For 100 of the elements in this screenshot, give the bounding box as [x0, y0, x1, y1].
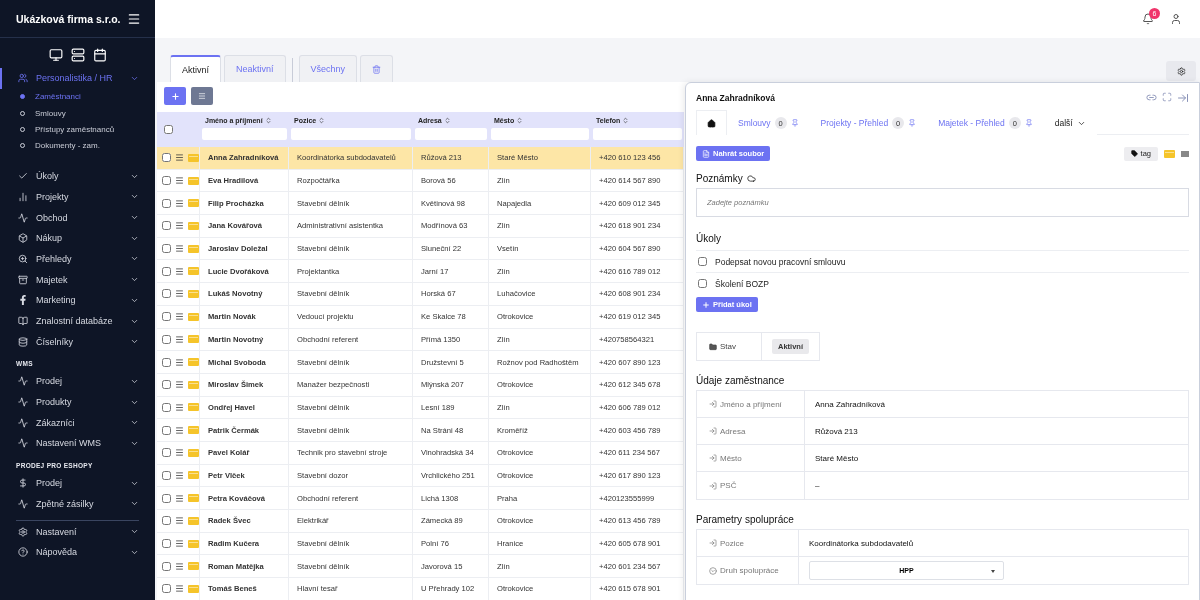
filter-field[interactable]	[291, 128, 411, 140]
sidebar-item[interactable]: Nastavení WMS	[0, 433, 155, 454]
sidebar-item[interactable]: Zpětné zásilky	[0, 493, 155, 515]
sidebar-item[interactable]: Prodej	[0, 371, 155, 392]
server-icon[interactable]	[70, 48, 85, 62]
sidebar-subitem[interactable]: Přístupy zaměstnanců	[0, 121, 155, 138]
sort-icon	[622, 117, 630, 124]
filter-field[interactable]	[415, 128, 487, 140]
login-icon	[709, 454, 717, 462]
bar-chart-icon	[18, 191, 28, 202]
plus-icon	[170, 91, 180, 101]
field-label: Adresa	[720, 426, 746, 436]
sidebar-item[interactable]: Úkoly	[0, 165, 155, 187]
sidebar-item[interactable]: Prodej	[0, 472, 155, 494]
row-checkbox[interactable]	[162, 153, 171, 163]
row-checkbox[interactable]	[162, 493, 171, 503]
folder-icon	[709, 342, 717, 351]
row-checkbox[interactable]	[162, 334, 171, 344]
sidebar-item[interactable]: Nápověda	[0, 541, 155, 563]
pulse-icon	[18, 212, 28, 223]
sidebar-item[interactable]: Nákup	[0, 227, 155, 249]
sidebar-item[interactable]: Zákazníci	[0, 412, 155, 434]
sidebar-item[interactable]: Nastavení	[0, 521, 155, 542]
menu-icon[interactable]	[175, 584, 184, 594]
tag-icon	[1130, 150, 1138, 157]
menu-icon[interactable]	[175, 198, 184, 208]
menu-icon[interactable]	[175, 266, 184, 276]
pin-icon	[908, 119, 917, 127]
row-checkbox[interactable]	[162, 425, 171, 435]
calendar-icon[interactable]	[92, 48, 107, 62]
sidebar-item[interactable]: Marketing	[0, 290, 155, 311]
row-checkbox[interactable]	[162, 244, 171, 254]
field-value: Koordinátorka subdodavatelů	[808, 537, 915, 550]
tab[interactable]: Neaktivní	[224, 55, 286, 82]
menu-icon[interactable]	[175, 221, 184, 231]
menu-icon[interactable]	[175, 312, 184, 322]
sidebar-subitem[interactable]: Smlouvy	[0, 105, 155, 122]
users-icon	[18, 73, 28, 84]
sidebar-item[interactable]: Personalistika / HR	[0, 68, 155, 89]
settings-button[interactable]	[1166, 61, 1196, 81]
menu-icon[interactable]	[175, 561, 184, 571]
collapse-icon[interactable]	[1177, 91, 1189, 104]
filter-field[interactable]	[202, 128, 287, 140]
row-checkbox[interactable]	[162, 312, 171, 322]
row-checkbox[interactable]	[162, 561, 171, 571]
database-icon	[18, 336, 28, 347]
row-highlight[interactable]	[157, 147, 684, 169]
row-checkbox[interactable]	[162, 221, 171, 231]
row-checkbox[interactable]	[162, 176, 171, 186]
sidebar-item[interactable]: Přehledy	[0, 248, 155, 270]
sidebar-subitem[interactable]: Dokumenty - zam.	[0, 137, 155, 154]
task-checkbox[interactable]	[698, 279, 707, 288]
menu-icon[interactable]	[175, 516, 184, 526]
menu-icon[interactable]	[175, 357, 184, 367]
user-icon[interactable]	[1170, 13, 1182, 25]
sidebar-subitem[interactable]: Zaměstnanci	[0, 88, 155, 105]
menu-icon[interactable]	[127, 11, 141, 26]
menu-icon[interactable]	[175, 289, 184, 299]
tab[interactable]: Aktivní	[170, 55, 221, 82]
sidebar-item[interactable]: Obchod	[0, 207, 155, 228]
menu-icon[interactable]	[175, 380, 184, 390]
sidebar-item[interactable]: Majetek	[0, 269, 155, 290]
menu-icon[interactable]	[175, 539, 184, 549]
filter-field[interactable]	[491, 128, 589, 140]
section-title: Údaje zaměstnance	[696, 375, 786, 386]
menu-icon[interactable]	[175, 402, 184, 412]
menu-icon[interactable]	[175, 244, 184, 254]
row-checkbox[interactable]	[162, 448, 171, 458]
field-value: Anna Zahradníková	[814, 398, 886, 411]
row-checkbox[interactable]	[162, 266, 171, 276]
menu-icon[interactable]	[175, 334, 184, 344]
row-checkbox[interactable]	[162, 198, 171, 208]
menu-icon[interactable]	[175, 448, 184, 458]
row-checkbox[interactable]	[162, 516, 171, 526]
sidebar-item[interactable]: Projekty	[0, 186, 155, 208]
row-checkbox[interactable]	[162, 402, 171, 412]
select-all-checkbox[interactable]	[164, 125, 173, 134]
menu-icon[interactable]	[175, 470, 184, 480]
card-icon[interactable]	[1181, 150, 1189, 157]
sidebar-item[interactable]: Číselníky	[0, 331, 155, 353]
tab[interactable]: Všechny	[298, 55, 358, 82]
row-checkbox[interactable]	[162, 584, 171, 594]
filter-field[interactable]	[593, 128, 682, 140]
row-checkbox[interactable]	[162, 470, 171, 480]
monitor-icon[interactable]	[48, 48, 63, 62]
sidebar-item[interactable]: Znalostní databáze	[0, 310, 155, 332]
list-button[interactable]	[191, 87, 213, 105]
row-checkbox[interactable]	[162, 289, 171, 299]
bell-icon[interactable]	[1142, 13, 1154, 25]
row-checkbox[interactable]	[162, 380, 171, 390]
task-checkbox[interactable]	[698, 257, 707, 266]
row-checkbox[interactable]	[162, 539, 171, 549]
row-checkbox[interactable]	[162, 357, 171, 367]
menu-icon[interactable]	[175, 425, 184, 435]
menu-icon[interactable]	[175, 493, 184, 503]
add-button[interactable]	[164, 87, 186, 105]
home-tab[interactable]	[696, 110, 727, 135]
sidebar-item[interactable]: Produkty	[0, 391, 155, 413]
menu-icon[interactable]	[175, 153, 184, 163]
menu-icon[interactable]	[175, 176, 184, 186]
